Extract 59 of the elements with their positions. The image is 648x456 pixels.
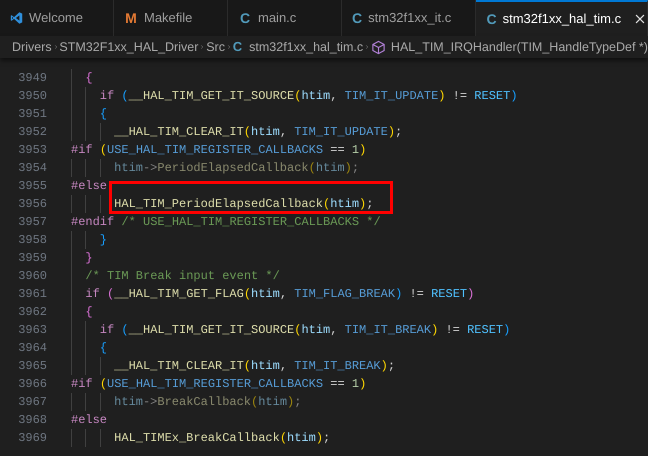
line-number: 3963: [17, 322, 47, 339]
code-line: if (__HAL_TIM_GET_IT_SOURCE(htim, TIM_IT_UPDATE) != RESET): [100, 88, 518, 105]
file-type-icon: C: [352, 8, 362, 28]
code-line: __HAL_TIM_CLEAR_IT(htim, TIM_IT_BREAK);: [114, 358, 396, 375]
code-line: {: [100, 106, 107, 123]
line-number: 3961: [17, 286, 47, 303]
line-number: 3964: [17, 340, 47, 357]
breadcrumb-item[interactable]: stm32f1xx_hal_tim.c: [249, 38, 364, 56]
code-line: {: [100, 340, 107, 357]
editor-tab[interactable]: C main.c: [228, 0, 342, 36]
code-line: if (__HAL_TIM_GET_FLAG(htim, TIM_FLAG_BREAK) != RESET): [85, 286, 474, 303]
file-type-icon: M: [124, 8, 138, 28]
line-number: 3953: [17, 142, 47, 159]
editor-tab[interactable]: Welcome: [0, 0, 114, 36]
file-type-icon: C: [232, 37, 242, 57]
line-number: 3960: [17, 268, 47, 285]
line-number: 3966: [17, 376, 47, 393]
code-line: #if (USE_HAL_TIM_REGISTER_CALLBACKS == 1): [71, 376, 366, 393]
breadcrumb-item[interactable]: Src: [206, 38, 225, 56]
code-line: HAL_TIM_PeriodElapsedCallback(htim);: [114, 195, 374, 213]
editor-tab[interactable]: C stm32f1xx_it.c: [342, 0, 476, 36]
cube-icon: [370, 40, 386, 54]
line-number: 3967: [17, 394, 47, 411]
code-line: #else: [71, 412, 108, 429]
line-number: 3950: [17, 88, 47, 105]
code-line: }: [100, 232, 107, 249]
line-number: 3949: [17, 70, 47, 87]
line-number: 3951: [17, 106, 47, 123]
code-line: }: [85, 250, 93, 267]
line-number: 3955: [17, 178, 47, 195]
line-number: 3956: [17, 196, 47, 213]
line-number: 3968: [17, 412, 47, 429]
code-line: {: [85, 304, 93, 321]
line-number: 3958: [17, 232, 47, 249]
code-line: #else: [71, 178, 108, 195]
file-type-icon: C: [486, 8, 497, 30]
code-line: __HAL_TIM_CLEAR_IT(htim, TIM_IT_UPDATE);: [114, 124, 402, 141]
breadcrumb-item[interactable]: Drivers: [12, 38, 52, 56]
editor-tab[interactable]: M Makefile: [114, 0, 228, 36]
code-line: {: [85, 70, 93, 87]
line-number: 3965: [17, 358, 47, 375]
code-line: htim->PeriodElapsedCallback(htim);: [114, 160, 360, 177]
file-type-icon: C: [238, 8, 252, 28]
line-number: 3969: [17, 430, 47, 447]
code-line: #if (USE_HAL_TIM_REGISTER_CALLBACKS == 1): [71, 142, 366, 159]
code-line: HAL_TIMEx_BreakCallback(htim);: [114, 430, 330, 447]
code-line: /* TIM Break input event */: [85, 268, 280, 285]
line-number: 3962: [17, 304, 47, 321]
code-line: if (__HAL_TIM_GET_IT_SOURCE(htim, TIM_IT_BREAK) != RESET): [100, 322, 510, 339]
app-logo-icon: [10, 10, 24, 26]
breadcrumb-item[interactable]: STM32F1xx_HAL_Driver: [59, 38, 198, 56]
code-line: htim->BreakCallback(htim);: [114, 394, 302, 411]
line-number: 3957: [17, 214, 47, 231]
code-line: #endif /* USE_HAL_TIM_REGISTER_CALLBACKS */: [71, 214, 381, 231]
editor-tab[interactable]: C stm32f1xx_hal_tim.c: [476, 0, 648, 36]
line-number: 3952: [17, 124, 47, 141]
breadcrumb-item[interactable]: HAL_TIM_IRQHandler(TIM_HandleTypeDef *): [390, 38, 648, 56]
line-number: 3954: [17, 160, 47, 177]
line-number: 3959: [17, 250, 47, 267]
